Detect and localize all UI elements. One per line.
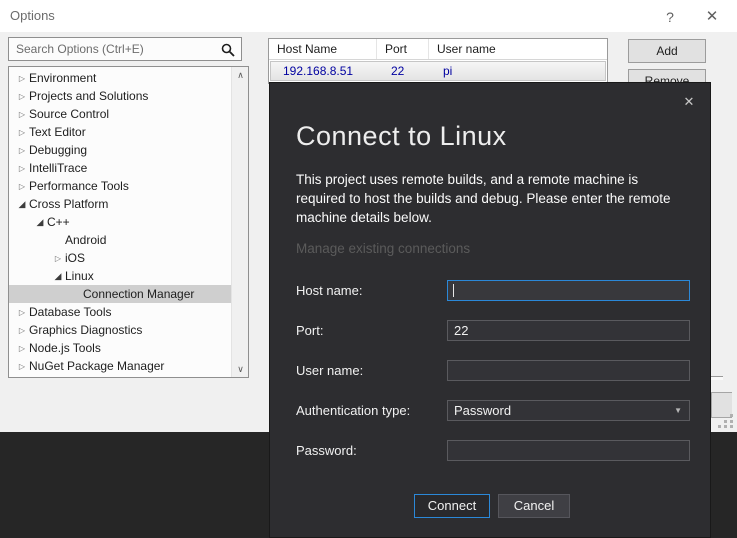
search-box bbox=[8, 37, 242, 61]
tree-item-projects-and-solutions[interactable]: ▷Projects and Solutions bbox=[9, 87, 231, 105]
tree-item-label: Environment bbox=[29, 71, 96, 85]
user-name-label: User name: bbox=[296, 363, 363, 378]
expander-collapsed-icon[interactable]: ▷ bbox=[15, 146, 29, 155]
tree-item-android[interactable]: Android bbox=[9, 231, 231, 249]
tree-item-text-editor[interactable]: ▷Text Editor bbox=[9, 123, 231, 141]
expander-collapsed-icon[interactable]: ▷ bbox=[15, 110, 29, 119]
tree-item-cross-platform[interactable]: ◢Cross Platform bbox=[9, 195, 231, 213]
tree-item-nuget-package-manager[interactable]: ▷NuGet Package Manager bbox=[9, 357, 231, 375]
options-tree: ▷Environment ▷Projects and Solutions ▷So… bbox=[8, 66, 249, 378]
user-name-field-wrap bbox=[447, 360, 690, 381]
tree-item-label: Performance Tools bbox=[29, 179, 129, 193]
search-input[interactable] bbox=[9, 38, 241, 60]
scroll-down-icon[interactable]: ∨ bbox=[232, 361, 249, 377]
authentication-type-dropdown[interactable]: Password ▼ bbox=[447, 400, 690, 421]
port-input[interactable] bbox=[448, 321, 689, 340]
connect-to-linux-dialog: ✕ Connect to Linux This project uses rem… bbox=[269, 82, 711, 538]
text-caret bbox=[453, 284, 454, 297]
tree-item-label: Node.js Tools bbox=[29, 341, 101, 355]
expander-collapsed-icon[interactable]: ▷ bbox=[15, 308, 29, 317]
tree-item-connection-manager[interactable]: Connection Manager bbox=[9, 285, 231, 303]
dropdown-selected-value: Password bbox=[448, 403, 511, 418]
dialog-description: This project uses remote builds, and a r… bbox=[296, 170, 682, 227]
tree-item-label: Database Tools bbox=[29, 305, 112, 319]
help-icon[interactable]: ? bbox=[655, 6, 685, 28]
tree-item-label: Source Control bbox=[29, 107, 109, 121]
expander-expanded-icon[interactable]: ◢ bbox=[51, 271, 65, 282]
tree-item-label: Connection Manager bbox=[83, 287, 194, 301]
resize-grip[interactable] bbox=[718, 414, 734, 428]
tree-item-debugging[interactable]: ▷Debugging bbox=[9, 141, 231, 159]
connect-button[interactable]: Connect bbox=[414, 494, 490, 518]
expander-collapsed-icon[interactable]: ▷ bbox=[15, 362, 29, 371]
close-icon[interactable]: ✕ bbox=[676, 91, 702, 113]
authentication-type-label: Authentication type: bbox=[296, 403, 410, 418]
grid-header: Host Name Port User name bbox=[269, 39, 607, 60]
tree-item-graphics-diagnostics[interactable]: ▷Graphics Diagnostics bbox=[9, 321, 231, 339]
tree-item-environment[interactable]: ▷Environment bbox=[9, 69, 231, 87]
tree-item-linux[interactable]: ◢Linux bbox=[9, 267, 231, 285]
search-icon bbox=[220, 42, 236, 58]
table-row[interactable]: 192.168.8.51 22 pi bbox=[270, 61, 606, 81]
host-name-label: Host name: bbox=[296, 283, 362, 298]
expander-collapsed-icon[interactable]: ▷ bbox=[51, 254, 65, 263]
cell-host-name: 192.168.8.51 bbox=[271, 62, 379, 80]
tree-item-label: IntelliTrace bbox=[29, 161, 87, 175]
tree-item-label: Debugging bbox=[29, 143, 87, 157]
host-name-field-wrap bbox=[447, 280, 690, 301]
expander-collapsed-icon[interactable]: ▷ bbox=[15, 164, 29, 173]
port-field-wrap bbox=[447, 320, 690, 341]
tree-item-label: Linux bbox=[65, 269, 94, 283]
tree-item-database-tools[interactable]: ▷Database Tools bbox=[9, 303, 231, 321]
tree-item-label: Graphics Diagnostics bbox=[29, 323, 142, 337]
password-input[interactable] bbox=[448, 441, 689, 460]
close-icon[interactable]: ✕ bbox=[697, 6, 727, 28]
expander-collapsed-icon[interactable]: ▷ bbox=[15, 92, 29, 101]
scroll-up-icon[interactable]: ∧ bbox=[232, 67, 249, 83]
tree-item-label: Projects and Solutions bbox=[29, 89, 148, 103]
tree-item-performance-tools[interactable]: ▷Performance Tools bbox=[9, 177, 231, 195]
expander-collapsed-icon[interactable]: ▷ bbox=[15, 128, 29, 137]
cancel-button[interactable]: Cancel bbox=[498, 494, 570, 518]
password-label: Password: bbox=[296, 443, 357, 458]
tree-item-label: Cross Platform bbox=[29, 197, 108, 211]
expander-collapsed-icon[interactable]: ▷ bbox=[15, 344, 29, 353]
options-titlebar: Options ? ✕ bbox=[0, 0, 737, 32]
window-title: Options bbox=[10, 8, 55, 23]
tree-item-cpp[interactable]: ◢C++ bbox=[9, 213, 231, 231]
host-name-input[interactable] bbox=[448, 281, 689, 300]
port-label: Port: bbox=[296, 323, 323, 338]
cell-user-name: pi bbox=[431, 62, 605, 80]
expander-expanded-icon[interactable]: ◢ bbox=[15, 199, 29, 210]
add-button[interactable]: Add bbox=[628, 39, 706, 63]
tree-item-label: Text Editor bbox=[29, 125, 86, 139]
expander-collapsed-icon[interactable]: ▷ bbox=[15, 182, 29, 191]
expander-expanded-icon[interactable]: ◢ bbox=[33, 217, 47, 228]
tree-list: ▷Environment ▷Projects and Solutions ▷So… bbox=[9, 69, 231, 378]
expander-collapsed-icon[interactable]: ▷ bbox=[15, 326, 29, 335]
tree-item-label: iOS bbox=[65, 251, 85, 265]
column-header-host-name[interactable]: Host Name bbox=[269, 39, 377, 59]
tree-item-label: NuGet Package Manager bbox=[29, 359, 164, 373]
tree-item-label: Python Tools bbox=[29, 377, 98, 378]
tree-item-intellitrace[interactable]: ▷IntelliTrace bbox=[9, 159, 231, 177]
password-field-wrap bbox=[447, 440, 690, 461]
connections-grid: Host Name Port User name 192.168.8.51 22… bbox=[268, 38, 608, 84]
tree-item-nodejs-tools[interactable]: ▷Node.js Tools bbox=[9, 339, 231, 357]
column-header-user-name[interactable]: User name bbox=[429, 39, 607, 59]
column-header-port[interactable]: Port bbox=[377, 39, 429, 59]
tree-item-ios[interactable]: ▷iOS bbox=[9, 249, 231, 267]
tree-item-label: Android bbox=[65, 233, 106, 247]
manage-existing-connections-link[interactable]: Manage existing connections bbox=[296, 241, 470, 256]
expander-collapsed-icon[interactable]: ▷ bbox=[15, 74, 29, 83]
partial-ui-fragment bbox=[711, 376, 723, 380]
tree-scrollbar[interactable]: ∧ ∨ bbox=[231, 67, 248, 377]
tree-item-python-tools[interactable]: ▷Python Tools bbox=[9, 375, 231, 378]
cell-port: 22 bbox=[379, 62, 431, 80]
user-name-input[interactable] bbox=[448, 361, 689, 380]
dialog-title: Connect to Linux bbox=[296, 121, 507, 152]
tree-item-source-control[interactable]: ▷Source Control bbox=[9, 105, 231, 123]
tree-item-label: C++ bbox=[47, 215, 70, 229]
chevron-down-icon: ▼ bbox=[674, 406, 689, 415]
